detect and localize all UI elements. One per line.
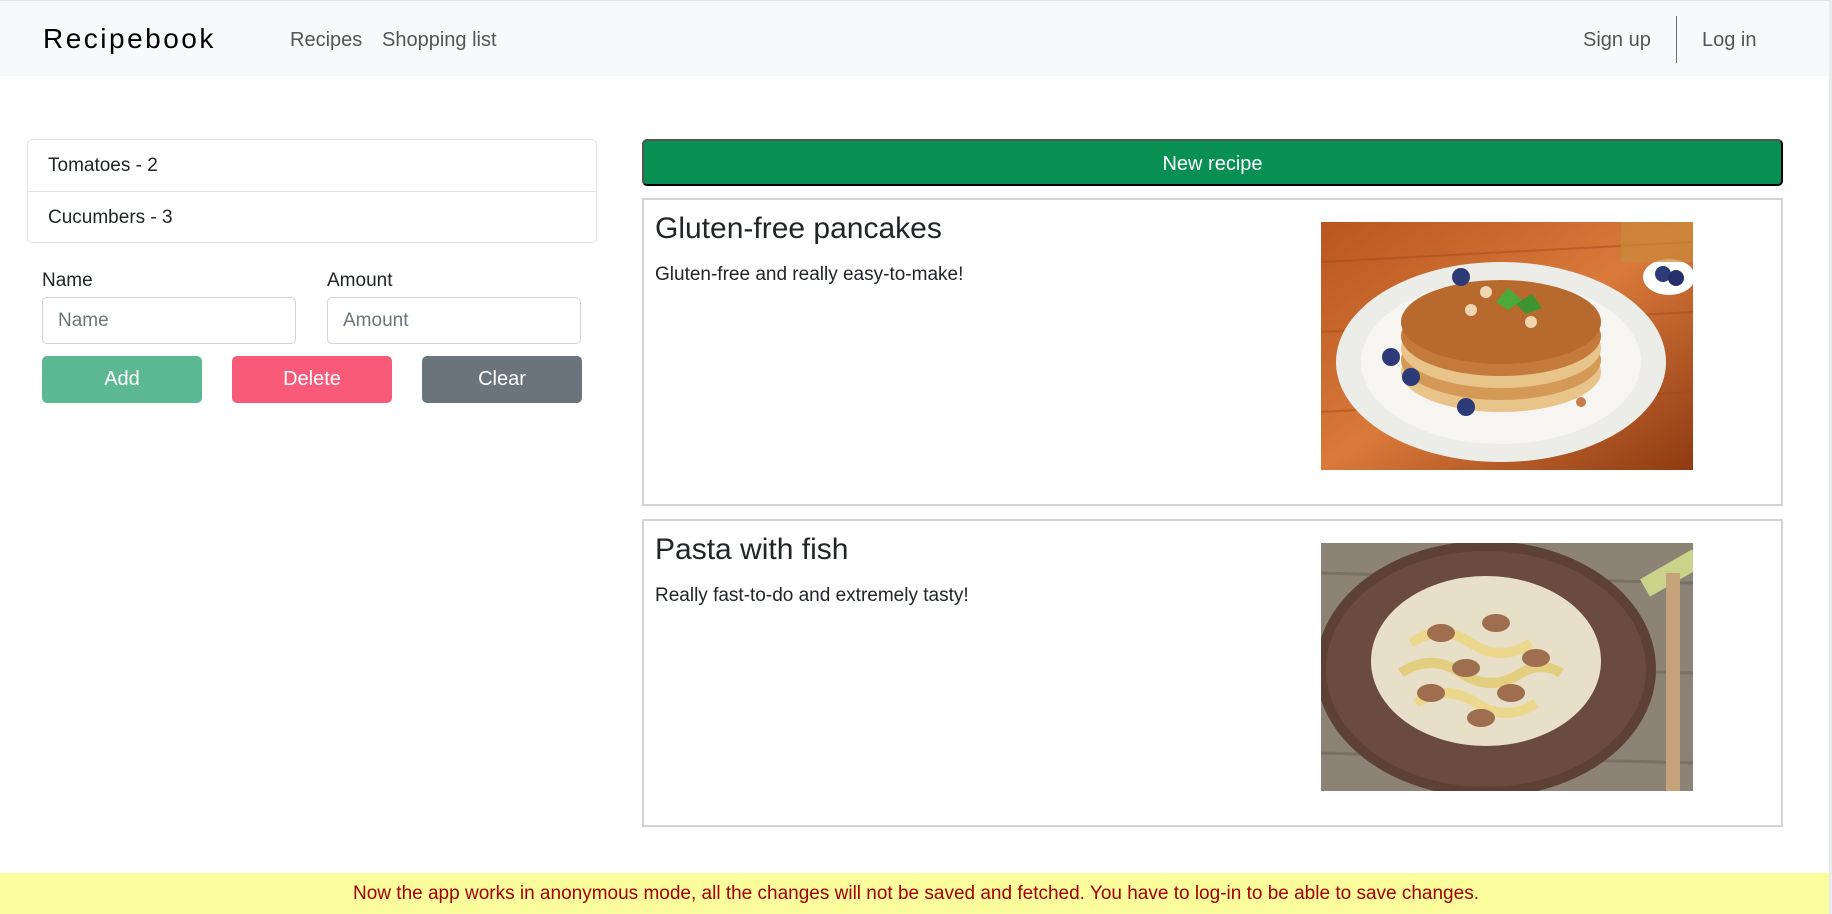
anonymous-mode-banner: Now the app works in anonymous mode, all… bbox=[0, 873, 1832, 914]
recipe-card[interactable]: Pasta with fish Really fast-to-do and ex… bbox=[642, 519, 1783, 827]
recipe-card[interactable]: Gluten-free pancakes Gluten-free and rea… bbox=[642, 198, 1783, 506]
recipe-description: Gluten-free and really easy-to-make! bbox=[655, 264, 964, 285]
new-recipe-button[interactable]: New recipe bbox=[642, 139, 1783, 186]
recipe-title: Gluten-free pancakes bbox=[655, 212, 942, 245]
delete-button[interactable]: Delete bbox=[232, 356, 392, 403]
shopping-list-item[interactable]: Tomatoes - 2 bbox=[28, 140, 596, 191]
login-link[interactable]: Log in bbox=[1702, 29, 1757, 52]
name-label: Name bbox=[42, 270, 93, 291]
shopping-list-item[interactable]: Cucumbers - 3 bbox=[28, 191, 596, 242]
pasta-image bbox=[1321, 543, 1693, 791]
recipe-description: Really fast-to-do and extremely tasty! bbox=[655, 585, 969, 606]
pancakes-image bbox=[1321, 222, 1693, 470]
nav-recipes-link[interactable]: Recipes bbox=[290, 29, 362, 52]
recipe-title: Pasta with fish bbox=[655, 533, 849, 566]
name-input[interactable] bbox=[42, 297, 296, 344]
nav-divider bbox=[1676, 16, 1677, 63]
amount-input[interactable] bbox=[327, 297, 581, 344]
signup-link[interactable]: Sign up bbox=[1583, 29, 1651, 52]
shopping-list: Tomatoes - 2 Cucumbers - 3 bbox=[27, 139, 597, 243]
clear-button[interactable]: Clear bbox=[422, 356, 582, 403]
add-button[interactable]: Add bbox=[42, 356, 202, 403]
nav-shopping-list-link[interactable]: Shopping list bbox=[382, 29, 497, 52]
brand-logo[interactable]: Recipebook bbox=[43, 23, 216, 55]
amount-label: Amount bbox=[327, 270, 393, 291]
navbar: Recipebook Recipes Shopping list Sign up… bbox=[0, 0, 1832, 76]
